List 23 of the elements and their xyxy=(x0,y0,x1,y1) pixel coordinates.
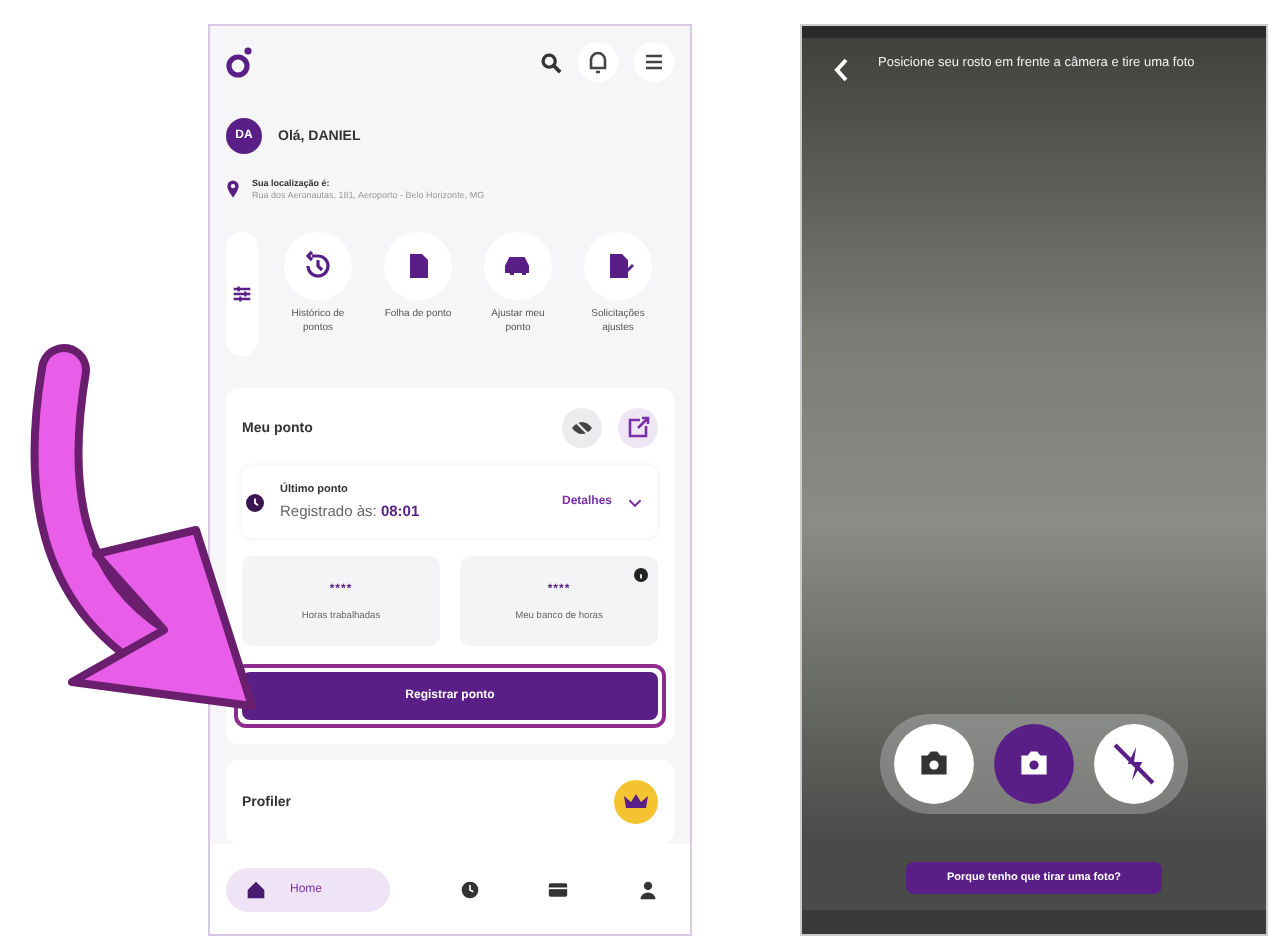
info-icon[interactable] xyxy=(634,568,648,582)
search-icon[interactable] xyxy=(540,51,562,73)
capture-button[interactable] xyxy=(992,722,1076,806)
location-pin-icon xyxy=(226,180,240,198)
flash-off-button[interactable] xyxy=(1092,722,1176,806)
sliders-icon xyxy=(232,284,252,304)
eye-off-icon[interactable] xyxy=(562,408,602,448)
chevron-down-icon[interactable] xyxy=(628,497,642,507)
switch-camera-button[interactable] xyxy=(892,722,976,806)
edit-document-icon[interactable] xyxy=(584,232,652,300)
person-icon[interactable] xyxy=(637,879,658,899)
filter-button[interactable] xyxy=(226,232,258,356)
history-icon[interactable] xyxy=(284,232,352,300)
logo-icon xyxy=(226,46,254,78)
home-icon xyxy=(246,879,266,899)
card-icon[interactable] xyxy=(548,879,569,899)
bell-icon[interactable] xyxy=(578,42,618,82)
clock-icon[interactable] xyxy=(459,879,480,899)
document-icon[interactable] xyxy=(384,232,452,300)
crown-icon[interactable] xyxy=(614,780,658,824)
share-icon[interactable] xyxy=(618,408,658,448)
car-icon[interactable] xyxy=(484,232,552,300)
menu-icon[interactable] xyxy=(634,42,674,82)
